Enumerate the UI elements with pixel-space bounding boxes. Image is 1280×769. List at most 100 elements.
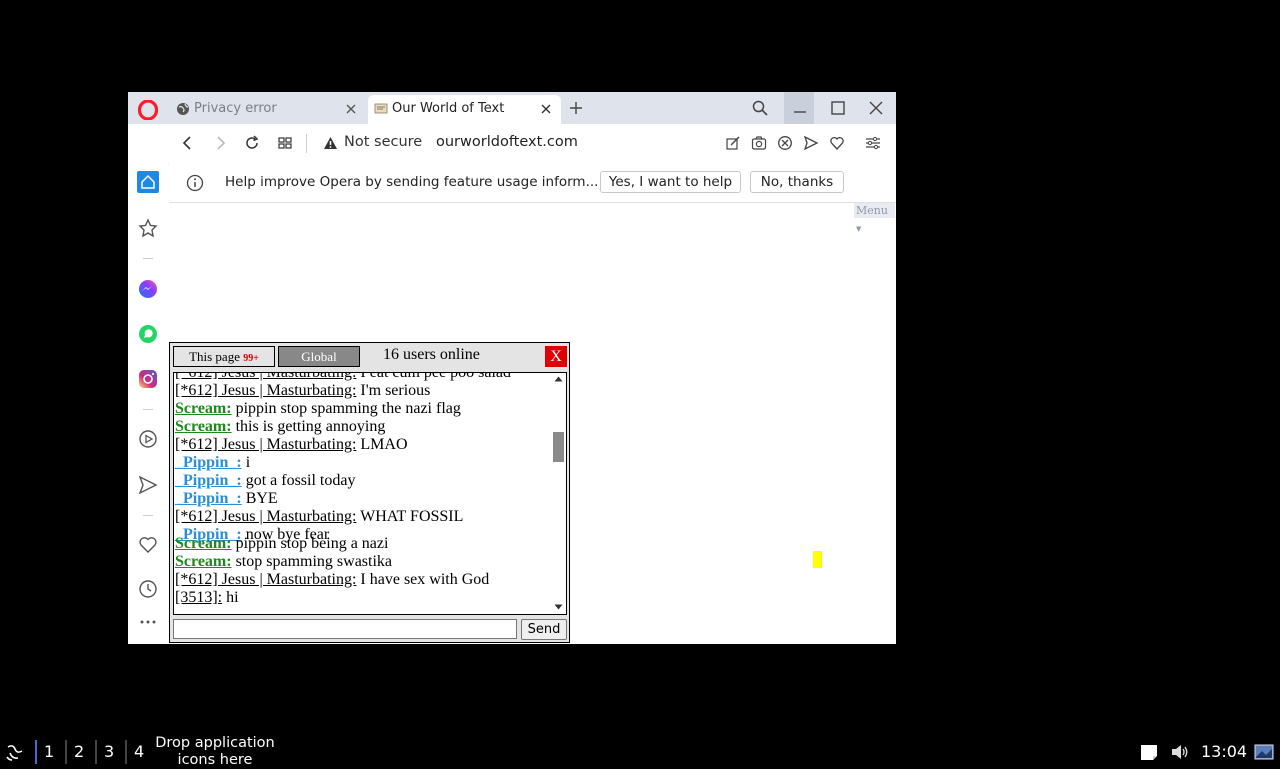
chat-username[interactable]: Scream: — [175, 553, 232, 570]
notes-icon[interactable] — [1139, 742, 1159, 762]
chat-message-text: LMAO — [356, 436, 408, 453]
chat-log[interactable]: [*612] Jesus | Masturbating: I eat cum p… — [173, 372, 567, 615]
heart-icon[interactable] — [829, 135, 845, 151]
chat-username[interactable]: _Pippin_: — [175, 472, 242, 489]
chat-input[interactable] — [173, 619, 517, 639]
forward-icon[interactable] — [212, 135, 228, 151]
edit-icon[interactable] — [725, 135, 741, 151]
minimize-button[interactable] — [784, 92, 814, 124]
accept-feature-usage-button[interactable]: Yes, I want to help — [600, 171, 741, 193]
tab-label: Privacy error — [194, 101, 277, 116]
send-icon[interactable] — [803, 135, 819, 151]
tab-close-icon[interactable] — [344, 102, 358, 116]
scroll-down-icon[interactable] — [554, 604, 563, 610]
easy-setup-icon[interactable] — [865, 135, 881, 151]
chat-message-text: pippin stop being a nazi — [231, 535, 389, 552]
chat-message-text: I eat cum pee poo salad — [356, 372, 512, 381]
new-tab-icon[interactable] — [568, 100, 584, 116]
address-bar: Not secure ourworldoftext.com — [128, 124, 896, 164]
whatsapp-icon[interactable] — [137, 323, 159, 345]
chevron-down-icon: ▼ — [856, 225, 862, 233]
chat-username[interactable]: [3513]: — [175, 589, 222, 606]
chat-message: _Pippin_: got a fossil today — [175, 472, 550, 490]
close-window-icon[interactable] — [868, 100, 884, 116]
security-status[interactable]: Not secure — [344, 134, 422, 150]
heart-icon[interactable] — [137, 534, 159, 556]
sidebar-divider — [143, 409, 153, 410]
chat-username[interactable]: _Pippin_: — [175, 490, 242, 507]
globe-icon — [177, 103, 189, 115]
workspace-separator — [95, 740, 97, 764]
sidebar-divider — [143, 258, 153, 259]
clock[interactable]: 13:04 — [1201, 742, 1247, 761]
workspace-3[interactable]: 3 — [104, 742, 114, 761]
workspace-separator — [35, 740, 37, 764]
chat-message: Scream: pippin stop being a nazi — [175, 535, 550, 553]
menu-button[interactable]: Menu ▼ — [854, 203, 895, 233]
back-icon[interactable] — [180, 135, 196, 151]
search-tabs-icon[interactable] — [752, 100, 768, 116]
bookmarks-icon[interactable] — [137, 217, 159, 239]
chat-username[interactable]: [*612] Jesus | Masturbating: — [175, 508, 356, 525]
chat-username[interactable]: Scream: — [175, 535, 232, 552]
speed-dial-icon[interactable] — [277, 135, 293, 151]
ad-block-icon[interactable] — [777, 135, 793, 151]
taskbar: 1 2 3 4 Drop application icons here 13:0… — [0, 735, 1280, 768]
workspace-4[interactable]: 4 — [134, 742, 144, 761]
chat-message: Scream: pippin stop spamming the nazi fl… — [175, 400, 550, 418]
chat-scrollbar[interactable] — [551, 373, 566, 614]
start-menu-icon[interactable] — [4, 741, 26, 763]
chat-username[interactable]: _Pippin_: — [175, 454, 242, 471]
launcher-drop-zone[interactable]: Drop application icons here — [150, 735, 280, 769]
camera-icon[interactable] — [751, 135, 767, 151]
workspace-2[interactable]: 2 — [74, 742, 84, 761]
tab-close-icon[interactable] — [539, 102, 553, 116]
site-favicon-icon — [374, 103, 388, 114]
history-icon[interactable] — [137, 578, 159, 600]
decline-feature-usage-button[interactable]: No, thanks — [750, 171, 844, 193]
url-field[interactable]: ourworldoftext.com — [436, 134, 578, 150]
chat-username[interactable]: [*612] Jesus | Masturbating: — [175, 373, 356, 381]
chat-username[interactable]: Scream: — [175, 400, 232, 417]
tab-privacy-error[interactable]: Privacy error — [170, 95, 366, 124]
chat-messages: [*612] Jesus | Masturbating: I eat cum p… — [175, 372, 550, 607]
chat-close-button[interactable]: X — [545, 346, 567, 367]
chat-message: [*612] Jesus | Masturbating: I have sex … — [175, 571, 550, 589]
chat-message: [*612] Jesus | Masturbating: I'm serious — [175, 382, 550, 400]
reload-icon[interactable] — [244, 135, 260, 151]
chat-username[interactable]: [*612] Jesus | Masturbating: — [175, 571, 356, 588]
users-online-count: 16 users online — [383, 346, 480, 363]
text-cursor — [813, 551, 822, 568]
messenger-icon[interactable] — [137, 278, 159, 300]
chat-message: [*612] Jesus | Masturbating: WHAT FOSSIL — [175, 508, 550, 526]
chat-message-text: pippin stop spamming the nazi flag — [231, 400, 461, 417]
sidebar-divider — [143, 515, 153, 516]
warning-icon[interactable] — [323, 136, 338, 150]
chat-tab-global[interactable]: Global — [278, 346, 360, 367]
chat-message: [*612] Jesus | Masturbating: LMAO — [175, 436, 550, 454]
opera-infobar: Help improve Opera by sending feature us… — [169, 163, 896, 203]
opera-logo-icon[interactable] — [138, 100, 158, 120]
player-icon[interactable] — [137, 428, 159, 450]
chat-message: Scream: stop spamming swastika — [175, 553, 550, 571]
chat-message-text: this is getting annoying — [231, 418, 386, 435]
chat-message: _Pippin_: BYE — [175, 490, 550, 508]
send-button[interactable]: Send — [521, 619, 567, 640]
workspace-1[interactable]: 1 — [44, 742, 54, 761]
volume-icon[interactable] — [1170, 742, 1190, 762]
instagram-icon[interactable] — [137, 368, 159, 390]
chat-username[interactable]: Scream: — [175, 418, 232, 435]
chat-message: Scream: this is getting annoying — [175, 418, 550, 436]
workspace-separator — [125, 740, 127, 764]
maximize-icon[interactable] — [830, 100, 846, 116]
chat-username[interactable]: [*612] Jesus | Masturbating: — [175, 382, 356, 399]
scroll-thumb[interactable] — [553, 432, 564, 462]
scroll-up-icon[interactable] — [554, 376, 563, 382]
chat-tab-this-page[interactable]: This page 99+ — [173, 346, 275, 367]
sidebar-home[interactable] — [137, 171, 159, 193]
send-icon[interactable] — [137, 474, 159, 496]
show-desktop-icon[interactable] — [1254, 742, 1274, 762]
tab-our-world-of-text[interactable]: Our World of Text — [368, 95, 561, 124]
more-icon[interactable] — [137, 611, 159, 633]
chat-username[interactable]: [*612] Jesus | Masturbating: — [175, 436, 356, 453]
